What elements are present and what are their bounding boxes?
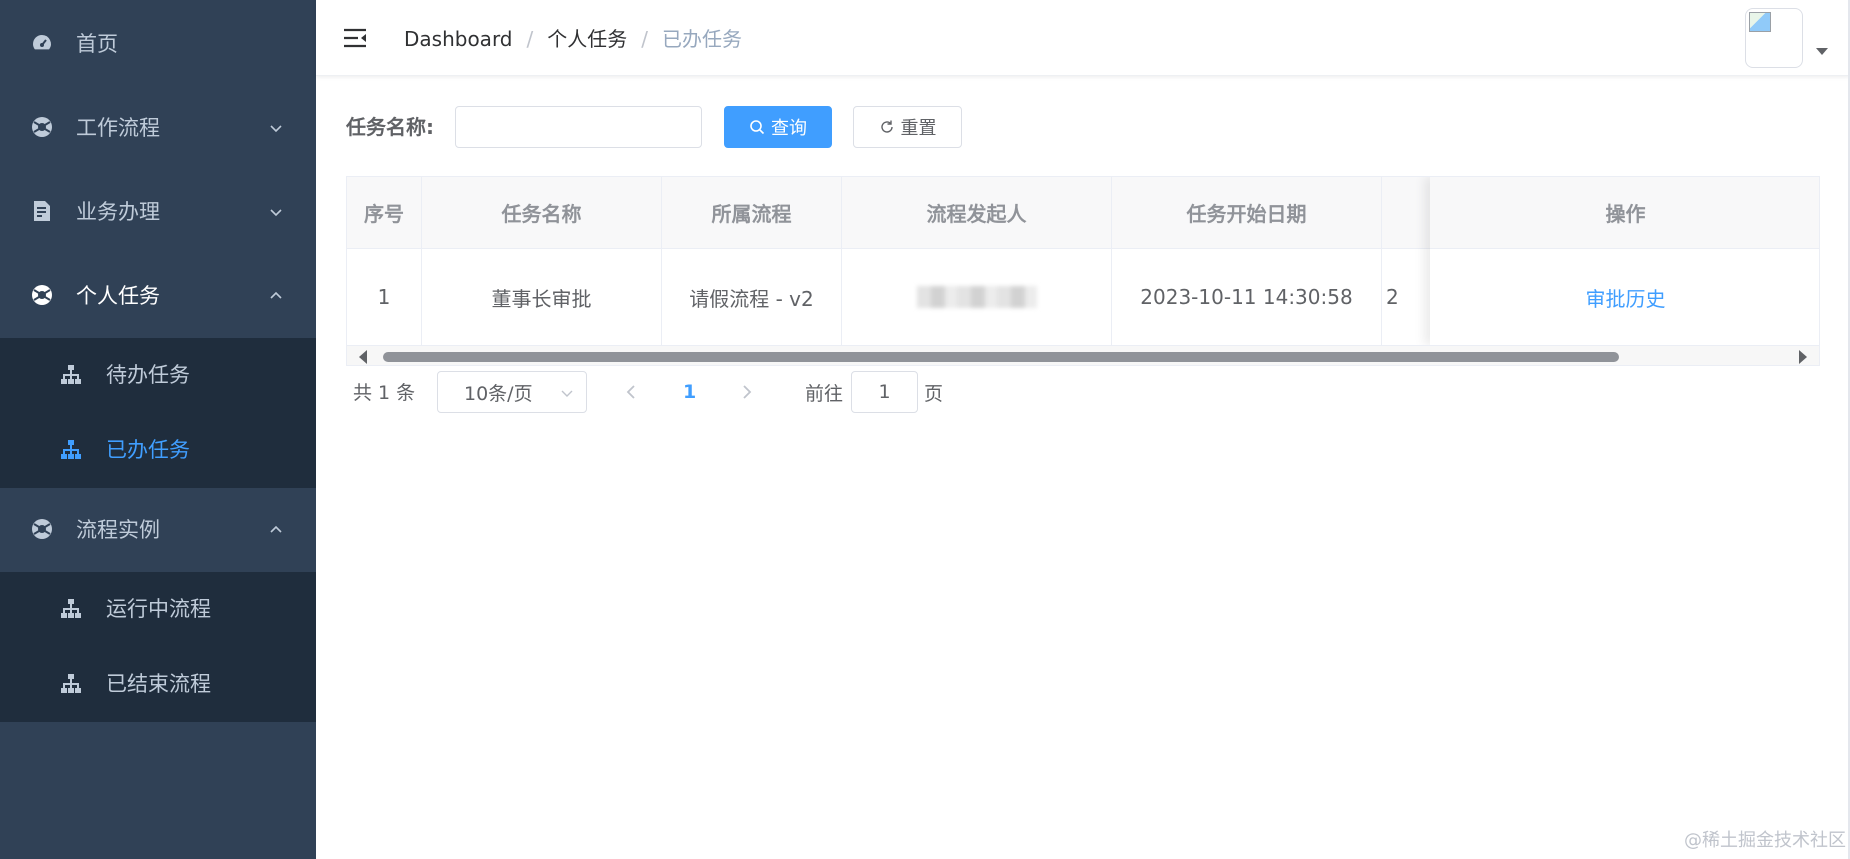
page-unit-label: 页	[924, 383, 944, 405]
lifebuoy-icon	[32, 285, 52, 305]
sidebar-item-home[interactable]: 首页	[0, 2, 316, 86]
page-size-select[interactable]: 10条/页	[437, 371, 587, 413]
caret-down-icon[interactable]	[1816, 48, 1828, 55]
redacted-name	[916, 286, 1037, 308]
horizontal-scrollbar[interactable]	[347, 345, 1819, 365]
sitemap-icon	[61, 674, 81, 693]
breadcrumb: Dashboard / 个人任务 / 已办任务	[404, 24, 742, 54]
column-header-task-name: 任务名称	[422, 177, 662, 249]
cell-process: 请假流程 - v2	[662, 249, 842, 345]
submenu-process-instance: 运行中流程 已结束流程	[0, 572, 316, 722]
cell-initiator	[842, 249, 1112, 345]
document-edit-icon	[34, 201, 50, 221]
query-button[interactable]: 查询	[724, 106, 832, 148]
sitemap-icon	[61, 599, 81, 618]
cell-action: 审批历史	[1430, 249, 1819, 345]
breadcrumb-dashboard[interactable]: Dashboard	[404, 24, 513, 54]
sidebar-item-personal-tasks[interactable]: 个人任务	[0, 254, 316, 338]
done-tasks-table: 序号 任务名称 所属流程 流程发起人 任务开始日期 1 董事长审批 请假流程 -…	[346, 176, 1820, 366]
avatar[interactable]	[1745, 8, 1803, 68]
submenu-personal-tasks: 待办任务 已办任务	[0, 338, 316, 488]
sidebar-item-running-process[interactable]: 运行中流程	[0, 572, 316, 647]
reset-button-label: 重置	[900, 118, 937, 139]
sidebar-item-done-tasks[interactable]: 已办任务	[0, 413, 316, 488]
column-header-index: 序号	[347, 177, 422, 249]
sitemap-icon	[61, 440, 81, 459]
dashboard-icon	[33, 35, 51, 50]
breadcrumb-separator: /	[526, 27, 534, 51]
chevron-up-icon	[270, 291, 282, 299]
task-name-label: 任务名称:	[346, 115, 434, 139]
next-page-icon[interactable]	[738, 380, 756, 404]
column-header-initiator: 流程发起人	[842, 177, 1112, 249]
refresh-icon	[880, 120, 893, 133]
scroll-right-icon[interactable]	[1799, 350, 1807, 364]
chevron-up-icon	[270, 525, 282, 533]
menu-fold-icon[interactable]	[342, 26, 368, 50]
approval-history-link[interactable]: 审批历史	[1586, 283, 1666, 312]
scrollbar-thumb[interactable]	[383, 352, 1619, 362]
lifebuoy-icon	[32, 117, 52, 137]
sidebar: 首页 工作流程 业务办理 个人任务 待办任务 已办任务 流程实例 运行中流程 已…	[0, 0, 316, 859]
sidebar-item-label: 运行中流程	[106, 597, 211, 621]
navbar: Dashboard / 个人任务 / 已办任务	[316, 0, 1850, 76]
goto-label: 前往	[805, 383, 844, 405]
reset-button[interactable]: 重置	[853, 106, 962, 148]
breadcrumb-personal-tasks[interactable]: 个人任务	[547, 24, 627, 54]
sidebar-item-label: 已办任务	[106, 438, 190, 462]
column-header-action: 操作	[1430, 177, 1819, 249]
column-header-process: 所属流程	[662, 177, 842, 249]
task-name-input[interactable]	[455, 106, 702, 148]
page-size-value: 10条/页	[464, 382, 533, 405]
sidebar-item-todo-tasks[interactable]: 待办任务	[0, 338, 316, 413]
prev-page-icon[interactable]	[622, 380, 640, 404]
query-button-label: 查询	[771, 118, 807, 139]
cell-index: 1	[347, 249, 422, 345]
fixed-action-column: 操作 审批历史	[1430, 177, 1819, 345]
sidebar-item-label: 待办任务	[106, 363, 190, 387]
cell-task-name: 董事长审批	[422, 249, 662, 345]
chevron-down-icon	[561, 390, 573, 397]
watermark: @稀土掘金技术社区	[1684, 830, 1846, 851]
pagination-total: 共 1 条	[353, 382, 416, 404]
sidebar-item-label: 个人任务	[76, 284, 160, 308]
breadcrumb-done-tasks: 已办任务	[662, 27, 743, 51]
search-icon	[750, 120, 765, 135]
goto-page-input[interactable]	[851, 371, 918, 413]
lifebuoy-icon	[32, 519, 52, 539]
sidebar-item-process-instance[interactable]: 流程实例	[0, 488, 316, 572]
sidebar-item-workflow[interactable]: 工作流程	[0, 86, 316, 170]
sidebar-item-label: 首页	[76, 32, 118, 56]
sidebar-item-label: 业务办理	[76, 200, 160, 224]
column-header-start-date: 任务开始日期	[1112, 177, 1382, 249]
cell-start-date: 2023-10-11 14:30:58	[1112, 249, 1382, 345]
sidebar-item-label: 流程实例	[76, 518, 160, 542]
scroll-left-icon[interactable]	[359, 350, 367, 364]
sidebar-item-label: 已结束流程	[106, 672, 211, 696]
page-number-current[interactable]: 1	[683, 377, 696, 407]
sitemap-icon	[61, 365, 81, 384]
chevron-down-icon	[270, 209, 282, 217]
sidebar-item-finished-process[interactable]: 已结束流程	[0, 647, 316, 722]
chevron-down-icon	[270, 125, 282, 133]
sidebar-item-label: 工作流程	[76, 116, 160, 140]
sidebar-item-business[interactable]: 业务办理	[0, 170, 316, 254]
breadcrumb-separator: /	[641, 27, 649, 51]
broken-image-icon	[1749, 12, 1771, 32]
